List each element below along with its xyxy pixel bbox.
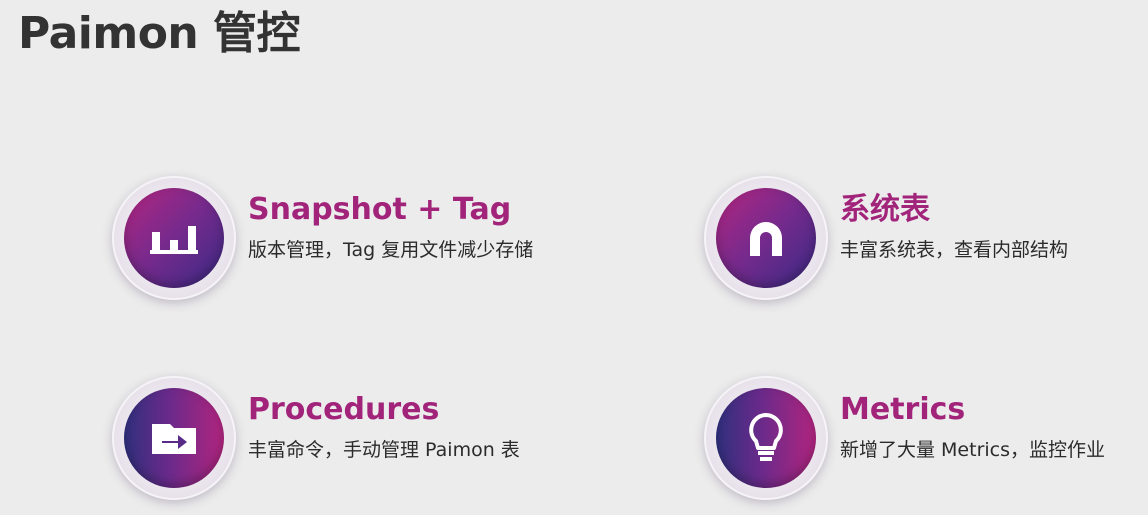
icon-badge — [112, 376, 236, 500]
feature-title: 系统表 — [840, 192, 930, 227]
feature-procedures: Procedures 丰富命令，手动管理 Paimon 表 — [112, 376, 632, 500]
feature-description: 丰富系统表，查看内部结构 — [840, 239, 1069, 261]
feature-description: 丰富命令，手动管理 Paimon 表 — [248, 439, 520, 461]
icon-badge — [112, 176, 236, 300]
icon-badge — [704, 176, 828, 300]
feature-title: Procedures — [248, 392, 440, 427]
feature-metrics: Metrics 新增了大量 Metrics，监控作业 — [704, 376, 1148, 500]
feature-description: 版本管理，Tag 复用文件减少存储 — [248, 239, 534, 261]
lightbulb-icon — [716, 388, 816, 488]
feature-snapshot-tag: Snapshot + Tag 版本管理，Tag 复用文件减少存储 — [112, 176, 632, 300]
bar-chart-icon — [124, 188, 224, 288]
page-title: Paimon 管控 — [18, 8, 301, 59]
feature-title: Snapshot + Tag — [248, 192, 512, 227]
feature-title: Metrics — [840, 392, 966, 427]
folder-arrow-icon — [124, 388, 224, 488]
feature-description: 新增了大量 Metrics，监控作业 — [840, 439, 1106, 461]
icon-badge — [704, 376, 828, 500]
magnet-icon — [716, 188, 816, 288]
feature-system-tables: 系统表 丰富系统表，查看内部结构 — [704, 176, 1148, 300]
